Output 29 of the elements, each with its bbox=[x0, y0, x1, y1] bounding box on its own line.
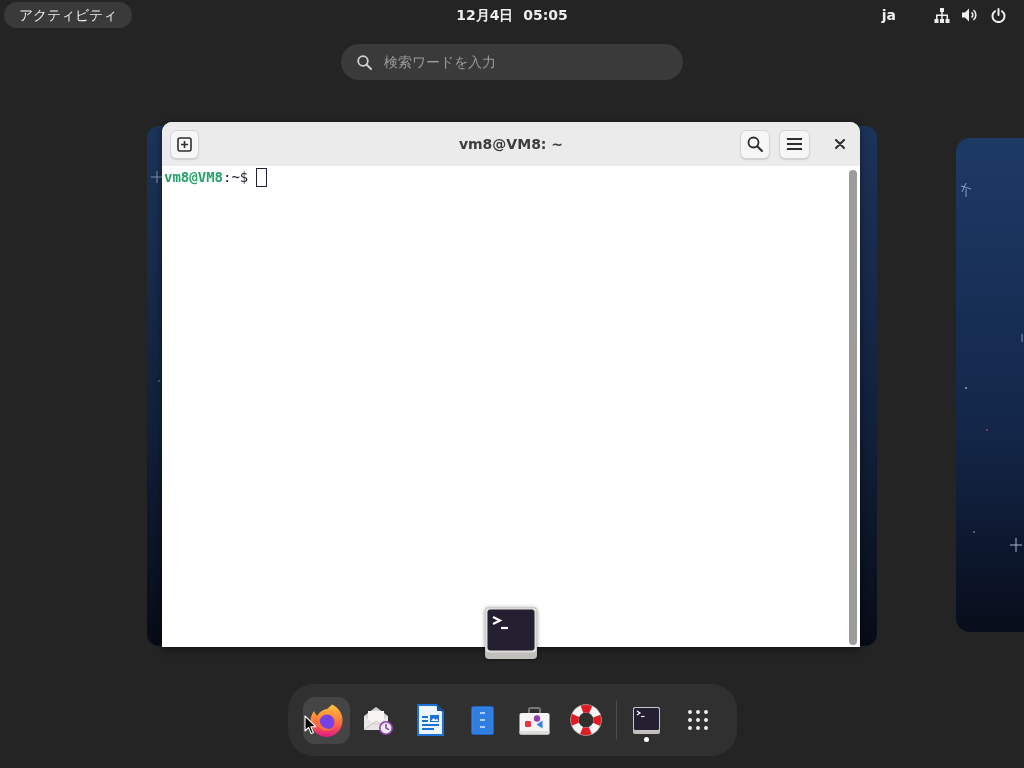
search-icon bbox=[747, 136, 763, 152]
flame-globe-icon bbox=[309, 703, 343, 737]
window-title: vm8@VM8: ~ bbox=[458, 137, 564, 151]
terminal-prompt: vm8@VM8:~$ bbox=[164, 168, 249, 187]
dots-grid-icon bbox=[688, 710, 708, 730]
clock[interactable]: 12月4日 05:05 bbox=[456, 8, 568, 22]
dock-app-button[interactable] bbox=[302, 696, 350, 744]
text-cursor bbox=[256, 168, 268, 187]
search-button[interactable] bbox=[740, 129, 770, 159]
search-field[interactable]: 検索ワードを入力 bbox=[341, 44, 683, 80]
envelope-clock-icon bbox=[363, 705, 393, 735]
shopping-bag-icon bbox=[518, 705, 550, 735]
menu-button[interactable] bbox=[779, 129, 810, 159]
menu-icon bbox=[787, 138, 802, 150]
lifebuoy-icon bbox=[570, 704, 602, 736]
mouse-pointer-icon bbox=[304, 715, 317, 735]
new-tab-button[interactable] bbox=[170, 129, 199, 159]
notepad-icon bbox=[470, 705, 494, 735]
search-icon bbox=[357, 55, 372, 70]
activities-button[interactable]: アクティビティ bbox=[4, 2, 132, 28]
new-tab-icon bbox=[177, 136, 192, 152]
power-icon[interactable] bbox=[991, 7, 1006, 23]
input-source-button[interactable]: ja bbox=[881, 8, 896, 22]
volume-icon[interactable] bbox=[962, 8, 978, 22]
document-icon bbox=[416, 704, 444, 736]
close-icon bbox=[835, 139, 845, 149]
network-icon[interactable] bbox=[934, 7, 950, 23]
terminal-icon bbox=[632, 706, 660, 734]
scrollbar[interactable] bbox=[849, 170, 857, 645]
